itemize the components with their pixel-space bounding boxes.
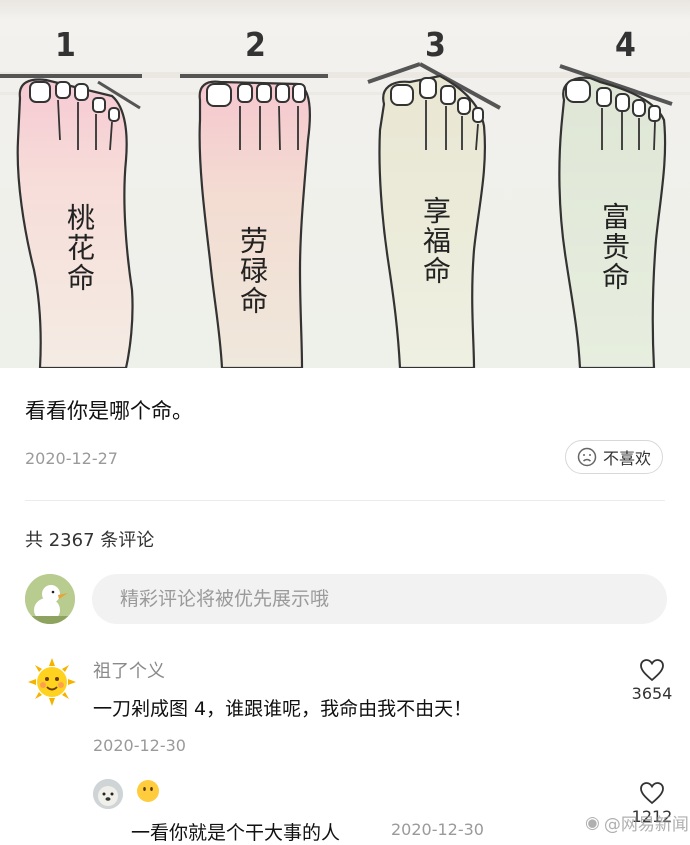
dislike-label: 不喜欢 bbox=[602, 449, 651, 468]
foot-label-1: 桃花命 bbox=[63, 203, 96, 293]
comment-count: 共 2367 条评论 bbox=[25, 530, 155, 551]
post-text: 看看你是哪个命。 bbox=[25, 399, 193, 423]
feet-illustration: 1 2 3 4 桃花命 劳碌命 享福命 富贵命 bbox=[0, 0, 690, 368]
dog-avatar-icon bbox=[93, 779, 123, 809]
watermark: ◉ @网易新闻 bbox=[585, 810, 689, 836]
replier-avatar[interactable] bbox=[93, 779, 123, 809]
sun-avatar-icon bbox=[27, 657, 77, 707]
sad-face-icon bbox=[577, 447, 597, 467]
post-date: 2020-12-27 bbox=[25, 449, 118, 468]
foot-label-2: 劳碌命 bbox=[236, 226, 269, 316]
comment-text: 一刀剁成图 4，谁跟谁呢，我命由我不由天！ bbox=[93, 698, 473, 720]
foot-label-4: 富贵命 bbox=[598, 202, 631, 292]
commenter-name[interactable]: 祖了个义 bbox=[93, 657, 165, 683]
divider bbox=[25, 500, 665, 501]
foot-number-1: 1 bbox=[55, 26, 76, 65]
commenter-avatar[interactable] bbox=[27, 657, 77, 707]
comment-like[interactable]: 3654 bbox=[628, 658, 676, 703]
feet-drawing bbox=[0, 62, 690, 368]
dislike-button[interactable]: 不喜欢 bbox=[565, 440, 663, 474]
duck-avatar-icon bbox=[25, 574, 75, 624]
comment-input[interactable] bbox=[118, 587, 667, 611]
foot-number-3: 3 bbox=[425, 26, 446, 65]
comment-date: 2020-12-30 bbox=[93, 736, 186, 755]
foot-number-2: 2 bbox=[245, 26, 266, 65]
foot-2 bbox=[180, 74, 328, 368]
weibo-logo-icon: ◉ bbox=[585, 812, 600, 833]
watermark-text: @网易新闻 bbox=[603, 815, 689, 835]
reply-date: 2020-12-30 bbox=[391, 820, 484, 839]
emoji-icon bbox=[136, 779, 160, 803]
foot-label-3: 享福命 bbox=[419, 196, 452, 286]
heart-icon[interactable] bbox=[639, 658, 665, 682]
neutral-face-icon bbox=[137, 780, 159, 802]
comment-input-box[interactable] bbox=[92, 574, 667, 624]
my-avatar[interactable] bbox=[25, 574, 75, 624]
like-count: 3654 bbox=[631, 684, 673, 703]
foot-number-4: 4 bbox=[615, 26, 636, 65]
heart-icon[interactable] bbox=[639, 781, 665, 805]
